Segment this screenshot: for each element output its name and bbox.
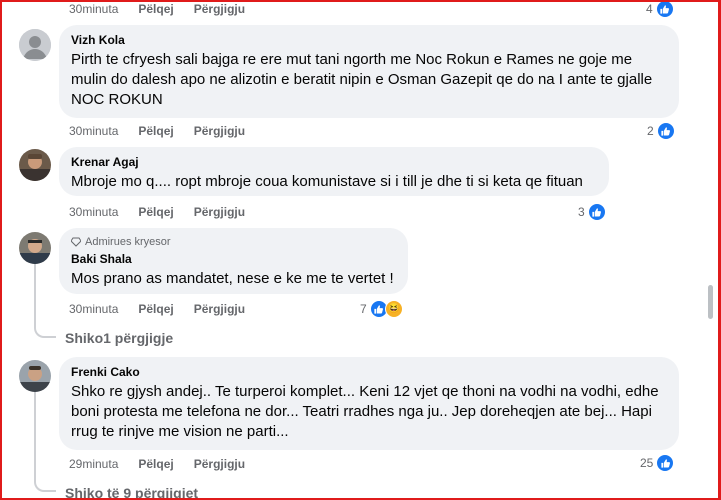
like-button[interactable]: Pëlqej [138,124,173,138]
thread-line [34,264,36,314]
reply-button[interactable]: Përgjigju [194,124,245,138]
comment-bubble: Admirues kryesor Baki Shala Mos prano as… [59,228,408,294]
avatar[interactable] [19,232,51,264]
like-reaction-icon [655,0,674,18]
like-button[interactable]: Pëlqej [138,205,173,219]
reaction-count: 3 [578,205,585,219]
profile-photo-icon [19,232,51,264]
reply-button[interactable]: Përgjigju [194,2,245,16]
comment-meta-top: 30minuta Pëlqej Përgjigju [69,2,265,16]
like-button[interactable]: Pëlqej [138,302,173,316]
profile-photo-icon [19,360,51,392]
thread-connector [34,468,56,492]
comment-bubble: Frenki Cako Shko re gjysh andej.. Te tur… [59,357,679,450]
reply-button[interactable]: Përgjigju [194,205,245,219]
comment-time[interactable]: 30minuta [69,205,118,219]
comment-time[interactable]: 30minuta [69,302,118,316]
profile-photo-icon [19,149,51,181]
view-replies-link[interactable]: Shiko të 9 përgjigjet [65,485,198,500]
scrollbar-thumb[interactable] [708,285,713,319]
avatar[interactable] [19,29,51,61]
top-fan-badge: Admirues kryesor [71,236,396,248]
comment-author[interactable]: Frenki Cako [71,365,667,379]
reaction-summary[interactable]: 7 😆 [360,300,403,318]
scrollbar[interactable] [705,0,717,500]
reaction-summary[interactable]: 2 [647,122,675,140]
comment-author[interactable]: Krenar Agaj [71,155,597,169]
reaction-summary[interactable]: 3 [578,203,606,221]
reaction-count: 7 [360,302,367,316]
like-reaction-icon [656,454,675,472]
reaction-count: 2 [647,124,654,138]
comment-meta: 30minuta Pëlqej Përgjigju [69,205,265,219]
thread-line [34,392,36,472]
badge-label: Admirues kryesor [85,236,171,248]
comment-time[interactable]: 29minuta [69,457,118,471]
comment-time[interactable]: 30minuta [69,124,118,138]
like-button[interactable]: Pëlqej [138,2,173,16]
reaction-count: 25 [640,456,654,470]
reply-button[interactable]: Përgjigju [194,457,245,471]
like-reaction-icon [656,122,675,140]
thread-connector [34,312,56,338]
view-replies-link[interactable]: Shiko1 përgjigje [65,330,173,346]
comment-text: Shko re gjysh andej.. Te turperoi komple… [71,383,659,440]
haha-reaction-icon: 😆 [384,300,403,318]
reaction-count: 4 [646,2,653,16]
comment-text: Pirth te cfryesh sali bajga re ere mut t… [71,51,653,108]
default-avatar-icon [19,29,51,61]
diamond-icon [71,237,81,247]
comment-author[interactable]: Baki Shala [71,252,396,266]
reaction-summary[interactable]: 4 [646,0,674,18]
comment-meta: 30minuta Pëlqej Përgjigju [69,302,265,316]
comment-author[interactable]: Vizh Kola [71,33,667,47]
comment-bubble: Krenar Agaj Mbroje mo q.... ropt mbroje … [59,147,609,196]
like-button[interactable]: Pëlqej [138,457,173,471]
comment-bubble: Vizh Kola Pirth te cfryesh sali bajga re… [59,25,679,118]
avatar[interactable] [19,360,51,392]
comment-time[interactable]: 30minuta [69,2,118,16]
avatar[interactable] [19,149,51,181]
reply-button[interactable]: Përgjigju [194,302,245,316]
comment-meta: 29minuta Pëlqej Përgjigju [69,457,265,471]
comment-text: Mbroje mo q.... ropt mbroje coua komunis… [71,173,583,190]
comment-meta: 30minuta Pëlqej Përgjigju [69,124,265,138]
reaction-summary[interactable]: 25 [640,454,675,472]
like-reaction-icon [587,203,606,221]
comment-text: Mos prano as mandatet, nese e ke me te v… [71,270,394,287]
